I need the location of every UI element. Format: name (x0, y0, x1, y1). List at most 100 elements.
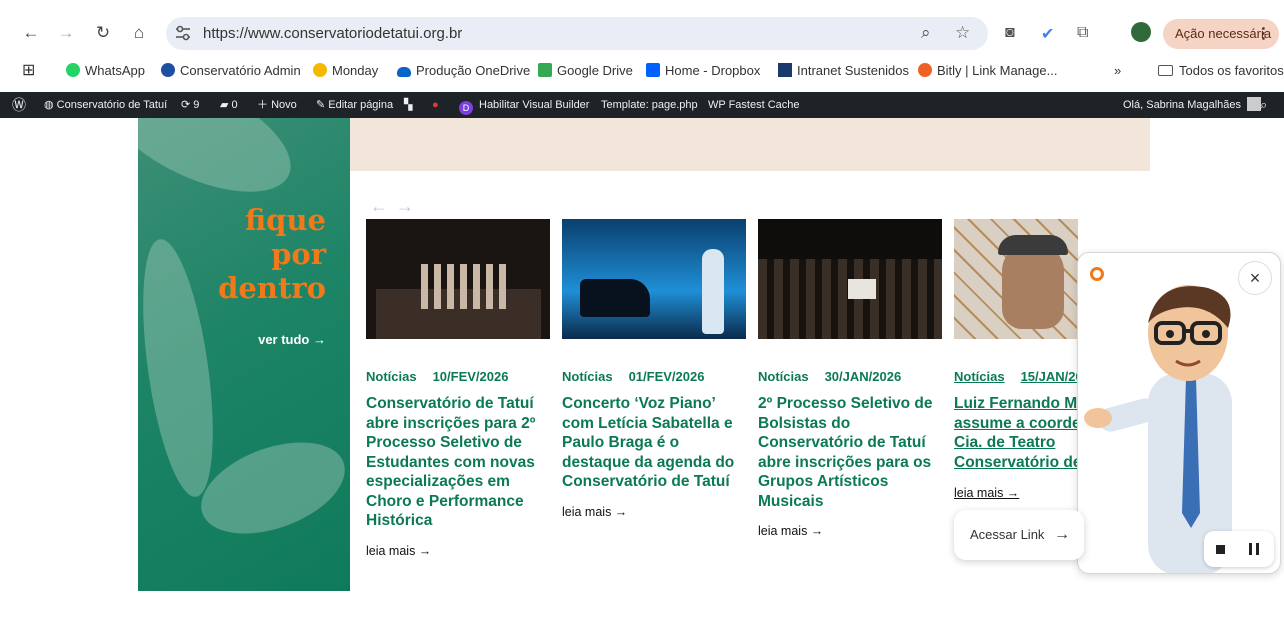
bookmark-label: Produção OneDrive (416, 63, 531, 78)
music-stand-shape (848, 279, 876, 299)
action-needed-button[interactable]: Ação necessária ⋮ (1163, 19, 1279, 49)
bookmark-whatsapp[interactable]: WhatsApp (66, 60, 145, 82)
search-icon[interactable]: ⌕ (1260, 92, 1267, 118)
wp-account[interactable]: Olá, Sabrina Magalhães (1123, 92, 1262, 118)
wp-site-label: Conservatório de Tatuí (56, 99, 168, 111)
news-thumbnail[interactable] (954, 219, 1078, 339)
reload-icon[interactable]: ↻ (92, 22, 114, 44)
bitly-icon (918, 63, 932, 77)
wp-updates-count: 9 (193, 99, 200, 111)
ver-tudo-link[interactable]: ver tudo → (258, 332, 326, 347)
status-dot-icon: ● (432, 99, 439, 111)
bookmark-sustenidos[interactable]: Intranet Sustenidos (778, 60, 909, 82)
address-bar[interactable]: https://www.conservatoriodetatui.org.br … (166, 17, 988, 50)
promo-heading: fique por dentro (218, 203, 326, 305)
extensions-icon[interactable]: ⧉ (1077, 24, 1088, 42)
promo-panel: fique por dentro ver tudo → (138, 118, 350, 591)
bookmark-star-icon[interactable]: ☆ (955, 23, 970, 43)
wp-edit-label: Editar página (328, 99, 394, 111)
wp-fastest-cache[interactable]: WP Fastest Cache (708, 92, 800, 118)
camera-extension-icon[interactable]: ◙ (1005, 24, 1015, 42)
news-thumbnail[interactable] (366, 219, 550, 339)
singer-shape (702, 249, 724, 334)
news-title[interactable]: 2º Processo Seletivo de Bolsistas do Con… (758, 394, 940, 511)
site-info-icon[interactable] (174, 25, 192, 41)
bookmark-label: Google Drive (557, 63, 633, 78)
arrow-right-icon: → (1054, 526, 1070, 543)
yoast-icon[interactable]: ▚ (404, 92, 412, 118)
bookmark-bitly[interactable]: Bitly | Link Manage... (918, 60, 1057, 82)
wp-greeting: Olá, Sabrina Magalhães (1123, 99, 1242, 111)
bookmark-label: Intranet Sustenidos (797, 63, 910, 78)
menu-icon[interactable]: ⋮ (1256, 19, 1271, 49)
hand-image (138, 118, 308, 217)
news-card[interactable]: Notícias 15/JAN/2026 Luiz Fernando Ma ass… (954, 219, 1078, 519)
access-link-label: Acessar Link (970, 527, 1045, 542)
news-category[interactable]: Notícias (366, 369, 417, 384)
onedrive-icon (397, 67, 411, 77)
dropbox-icon (646, 63, 660, 77)
stop-icon[interactable] (1216, 545, 1225, 554)
top-banner (350, 118, 1150, 171)
news-date: 30/JAN/2026 (824, 369, 902, 384)
read-more-link[interactable]: leia mais → (758, 524, 823, 538)
prev-arrow-icon[interactable]: ← (370, 196, 396, 216)
pause-icon[interactable] (1249, 543, 1259, 555)
wp-new[interactable]: ＋ Novo (257, 92, 297, 118)
bookmark-google-drive[interactable]: Google Drive (538, 60, 633, 82)
updates-icon: ⟳ (181, 99, 194, 111)
wp-comments[interactable]: ▰ 0 (220, 92, 238, 118)
news-category[interactable]: Notícias (758, 369, 809, 384)
bookmark-label: Bitly | Link Manage... (937, 63, 1058, 78)
profile-avatar[interactable] (1131, 22, 1151, 42)
news-title[interactable]: Conservatório de Tatuí abre inscrições p… (366, 394, 548, 531)
sign-language-widget[interactable]: × (1077, 252, 1281, 574)
news-meta: Notícias 15/JAN/2026 (954, 369, 1078, 384)
zoom-icon[interactable]: ⌕ (921, 23, 931, 43)
home-icon[interactable]: ⌂ (128, 22, 150, 44)
all-bookmarks[interactable]: Todos os favoritos (1158, 60, 1284, 82)
orchestra-shape (758, 259, 942, 339)
news-category[interactable]: Notícias (954, 369, 1005, 384)
bookmark-dropbox[interactable]: Home - Dropbox (646, 60, 760, 82)
read-more-link[interactable]: leia mais → (366, 544, 431, 558)
next-arrow-icon[interactable]: → (396, 196, 422, 216)
monday-icon (313, 63, 327, 77)
bookmark-admin[interactable]: Conservatório Admin (161, 60, 301, 82)
wp-updates[interactable]: ⟳ 9 (181, 92, 199, 118)
news-meta: Notícias 30/JAN/2026 (758, 369, 917, 384)
forward-icon[interactable]: → (55, 22, 77, 44)
piano-shape (580, 279, 650, 317)
read-more-link[interactable]: leia mais → (562, 505, 627, 519)
bookmark-monday[interactable]: Monday (313, 60, 378, 82)
news-thumbnail[interactable] (758, 219, 942, 339)
wp-new-label: Novo (271, 99, 297, 111)
news-title[interactable]: Luiz Fernando Ma assume a coorde da Cia.… (954, 394, 1078, 472)
url-text: https://www.conservatoriodetatui.org.br (203, 25, 463, 42)
folder-icon (1158, 65, 1173, 76)
dashboard-icon: ◍ (44, 99, 57, 111)
plus-icon: ＋ (257, 99, 272, 111)
wp-visual-builder[interactable]: D Habilitar Visual Builder (459, 92, 589, 118)
back-icon[interactable]: ← (20, 22, 42, 44)
bookmarks-overflow[interactable]: » (1114, 60, 1121, 82)
wordpress-icon[interactable]: Ⓦ (12, 92, 26, 118)
bookmark-label: Conservatório Admin (180, 63, 301, 78)
read-more-link[interactable]: leia mais → (954, 486, 1019, 500)
google-drive-icon (538, 63, 552, 77)
apps-icon[interactable]: ⊞ (22, 60, 35, 82)
news-category[interactable]: Notícias (562, 369, 613, 384)
bookmark-onedrive[interactable]: Produção OneDrive (397, 60, 530, 82)
bookmark-label: Home - Dropbox (665, 63, 761, 78)
wp-site-link[interactable]: ◍ Conservatório de Tatuí (44, 92, 167, 118)
wp-admin-bar: Ⓦ ◍ Conservatório de Tatuí ⟳ 9 ▰ 0 ＋ Nov… (0, 92, 1284, 118)
news-meta: Notícias 01/FEV/2026 (562, 369, 720, 384)
wp-template[interactable]: Template: page.php (601, 92, 698, 118)
news-meta: Notícias 10/FEV/2026 (366, 369, 524, 384)
promo-line: fique (245, 203, 326, 237)
access-link-button[interactable]: Acessar Link → (954, 510, 1084, 560)
check-extension-icon[interactable]: ✔ (1041, 24, 1054, 44)
wp-edit-page[interactable]: ✎ Editar página (316, 92, 393, 118)
news-title[interactable]: Concerto ‘Voz Piano’ com Letícia Sabatel… (562, 394, 744, 492)
news-thumbnail[interactable] (562, 219, 746, 339)
